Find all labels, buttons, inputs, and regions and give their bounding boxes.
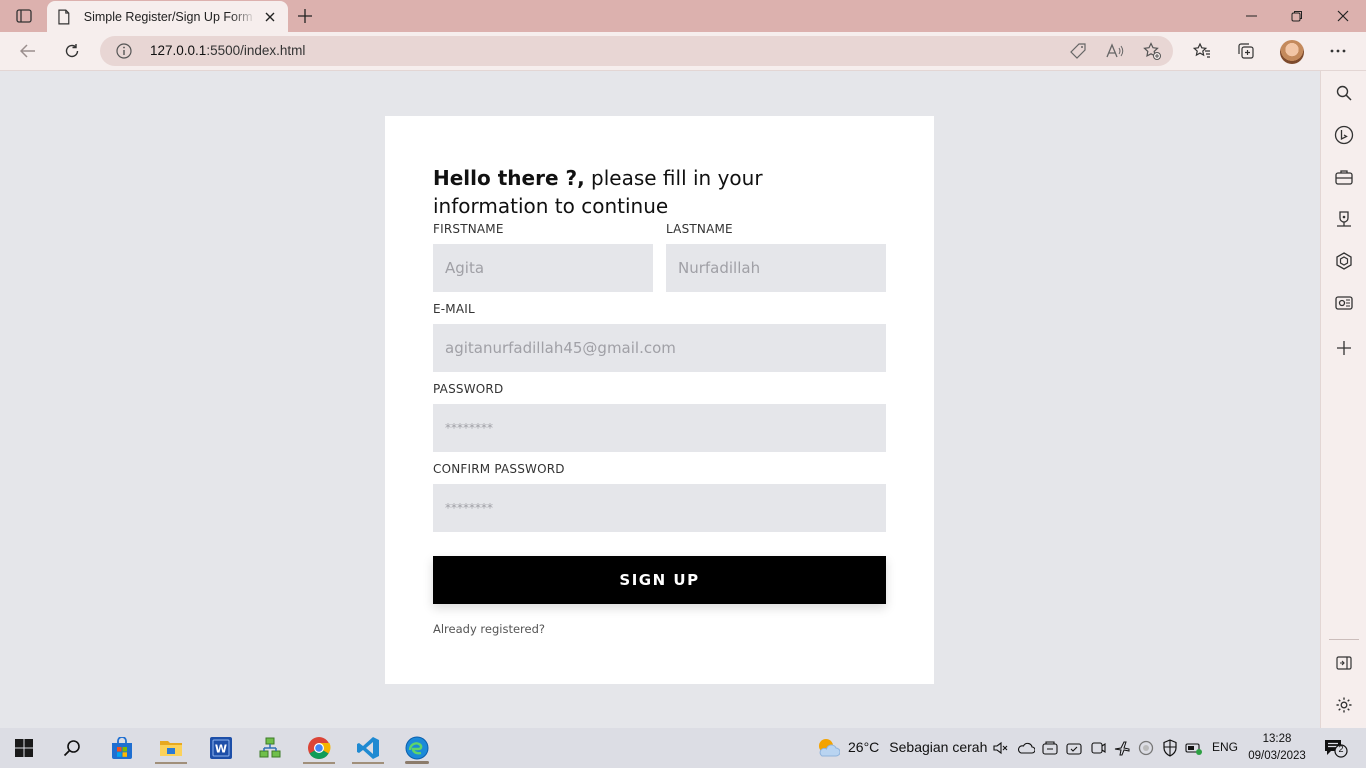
- tag-icon[interactable]: [1068, 42, 1088, 60]
- favorites-icon[interactable]: [1187, 37, 1217, 65]
- confirm-password-input[interactable]: ********: [433, 484, 886, 532]
- page-icon: [58, 9, 70, 24]
- title-bar: Simple Register/Sign Up Form by: [0, 0, 1366, 32]
- airplane-mode-icon[interactable]: [1113, 739, 1131, 757]
- address-bar[interactable]: 127.0.0.1:5500/index.html: [100, 36, 1173, 66]
- svg-text:W: W: [215, 743, 227, 756]
- page-viewport: Hello there ?, please fill in your infor…: [0, 71, 1320, 728]
- more-menu-icon[interactable]: [1323, 37, 1353, 65]
- volume-muted-icon[interactable]: [992, 739, 1010, 757]
- already-registered-link[interactable]: Already registered?: [433, 622, 545, 636]
- onedrive-icon[interactable]: [1017, 739, 1035, 757]
- email-input[interactable]: agitanurfadillah45@gmail.com: [433, 324, 886, 372]
- lastname-label: LASTNAME: [666, 222, 733, 236]
- windows-start-icon[interactable]: [4, 732, 44, 764]
- minimize-icon[interactable]: [1228, 0, 1274, 32]
- browser-toolbar: 127.0.0.1:5500/index.html: [0, 32, 1366, 71]
- tab-actions-icon[interactable]: [8, 4, 40, 28]
- file-explorer-icon[interactable]: [151, 732, 191, 764]
- refresh-icon[interactable]: [57, 37, 87, 65]
- add-favorite-icon[interactable]: [1142, 42, 1162, 60]
- read-aloud-icon[interactable]: [1105, 42, 1125, 60]
- chrome-icon[interactable]: [299, 732, 339, 764]
- weather-description: Sebagian cerah: [889, 739, 988, 755]
- back-icon[interactable]: [13, 37, 43, 65]
- vscode-icon[interactable]: [348, 732, 388, 764]
- edge-sidebar: [1320, 71, 1366, 728]
- profile-avatar[interactable]: [1280, 40, 1304, 64]
- restore-icon[interactable]: [1274, 0, 1320, 32]
- sidebar-divider: [1329, 639, 1359, 640]
- site-info-icon[interactable]: [116, 43, 132, 64]
- signup-button[interactable]: SIGN UP: [433, 556, 886, 604]
- close-tab-icon[interactable]: [262, 9, 278, 25]
- input-language[interactable]: ENG: [1212, 740, 1238, 754]
- new-tab-icon[interactable]: [292, 4, 318, 28]
- security-shield-icon[interactable]: [1161, 739, 1179, 757]
- add-sidebar-app-icon[interactable]: [1332, 336, 1356, 360]
- camera-icon[interactable]: [1089, 739, 1107, 757]
- tray-app-icon[interactable]: [1041, 739, 1059, 757]
- password-input[interactable]: ********: [433, 404, 886, 452]
- outlook-icon[interactable]: [1332, 291, 1356, 315]
- lastname-input[interactable]: Nurfadillah: [666, 244, 886, 292]
- sidebar-settings-icon[interactable]: [1332, 693, 1356, 717]
- email-label: E-MAIL: [433, 302, 475, 316]
- edge-icon[interactable]: [397, 732, 437, 764]
- firstname-input[interactable]: Agita: [433, 244, 653, 292]
- office-icon[interactable]: [1332, 249, 1356, 273]
- confirm-password-label: CONFIRM PASSWORD: [433, 462, 565, 476]
- tab-title: Simple Register/Sign Up Form by: [83, 9, 257, 24]
- url-text: 127.0.0.1:5500/index.html: [150, 43, 306, 58]
- network-app-icon[interactable]: [250, 732, 290, 764]
- signup-card: Hello there ?, please fill in your infor…: [385, 116, 934, 684]
- tray-app-icon[interactable]: [1065, 739, 1083, 757]
- taskbar: W 26°C Sebagian cerah ENG 13:28 09/03/20…: [0, 728, 1366, 768]
- games-icon[interactable]: [1332, 207, 1356, 231]
- password-label: PASSWORD: [433, 382, 504, 396]
- microsoft-store-icon[interactable]: [102, 732, 142, 764]
- search-taskbar-icon[interactable]: [52, 732, 92, 764]
- weather-widget[interactable]: 26°C Sebagian cerah: [816, 736, 987, 758]
- notification-center-icon[interactable]: 2: [1324, 738, 1348, 758]
- firstname-label: FIRSTNAME: [433, 222, 504, 236]
- weather-temperature: 26°C: [848, 739, 880, 755]
- shopping-icon[interactable]: [1332, 165, 1356, 189]
- word-app-icon[interactable]: W: [201, 732, 241, 764]
- notification-count: 2: [1338, 744, 1344, 754]
- tray-circle-icon[interactable]: [1137, 739, 1155, 757]
- clock-time: 13:28: [1262, 733, 1292, 745]
- browser-tab[interactable]: Simple Register/Sign Up Form by: [47, 1, 288, 32]
- battery-icon[interactable]: [1185, 739, 1203, 757]
- clock-date: 09/03/2023: [1248, 750, 1306, 762]
- partly-sunny-icon: [819, 739, 840, 757]
- bing-chat-icon[interactable]: [1332, 123, 1356, 147]
- system-clock[interactable]: 13:28 09/03/2023: [1248, 731, 1306, 765]
- close-window-icon[interactable]: [1320, 0, 1366, 32]
- collections-icon[interactable]: [1231, 37, 1261, 65]
- hide-sidebar-icon[interactable]: [1332, 651, 1356, 675]
- form-heading: Hello there ?, please fill in your infor…: [433, 166, 763, 218]
- search-icon[interactable]: [1332, 81, 1356, 105]
